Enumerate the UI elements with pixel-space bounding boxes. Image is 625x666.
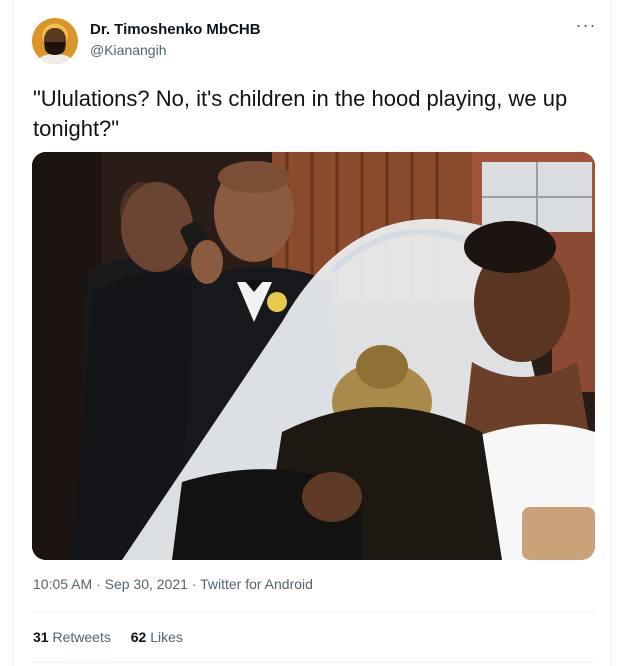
tweet-text: "Ululations? No, it's children in the ho…: [33, 86, 568, 141]
retweets-stat[interactable]: 31 Retweets: [33, 629, 111, 645]
more-options-icon[interactable]: ···: [574, 16, 598, 38]
tweet-stats: 31 Retweets 62 Likes: [33, 629, 199, 645]
divider: [32, 662, 595, 663]
avatar-beard: [45, 42, 65, 55]
tweet-time[interactable]: 10:05 AM: [33, 576, 92, 592]
author-display-name[interactable]: Dr. Timoshenko MbCHB: [90, 21, 261, 38]
meta-separator: ·: [92, 576, 105, 592]
tweet-photo[interactable]: [32, 152, 595, 560]
meta-separator: ·: [187, 576, 201, 592]
retweets-count: 31: [33, 629, 49, 645]
tweet-meta: 10:05 AM · Sep 30, 2021 · Twitter for An…: [33, 576, 313, 592]
divider: [32, 612, 595, 613]
likes-label: Likes: [150, 629, 183, 645]
tweet-date[interactable]: Sep 30, 2021: [105, 576, 188, 592]
likes-stat[interactable]: 62 Likes: [131, 629, 183, 645]
author-avatar[interactable]: [32, 18, 78, 64]
avatar-shirt: [38, 54, 72, 64]
likes-count: 62: [130, 629, 147, 645]
wedding-photo-illustration: [32, 152, 595, 560]
tweet-source[interactable]: Twitter for Android: [200, 576, 313, 592]
retweets-label: Retweets: [52, 629, 111, 645]
author-handle[interactable]: @Kianangih: [90, 42, 167, 58]
